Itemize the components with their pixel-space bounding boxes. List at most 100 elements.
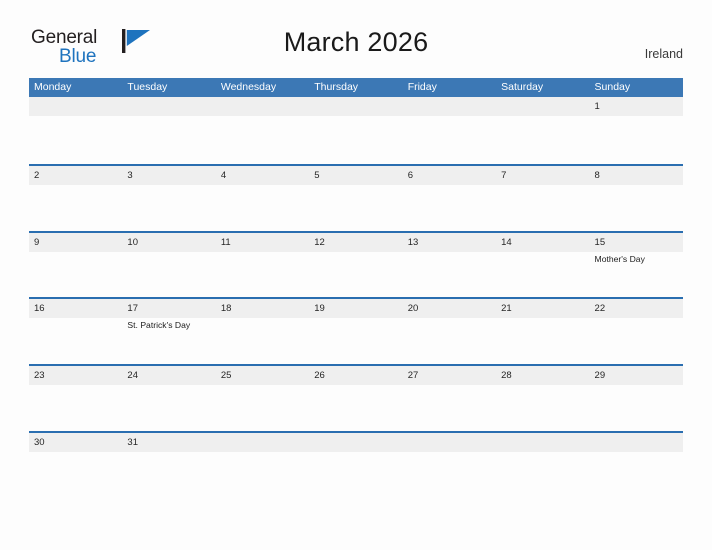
day-event: [590, 318, 683, 320]
day-cell[interactable]: 28: [496, 366, 590, 431]
day-cell[interactable]: [309, 97, 403, 164]
day-number: [496, 433, 589, 452]
calendar-week-row: 30 31: [29, 430, 683, 498]
calendar-week-row: 1: [29, 97, 683, 164]
calendar-grid: Monday Tuesday Wednesday Thursday Friday…: [29, 78, 683, 498]
day-cell[interactable]: 24: [122, 366, 216, 431]
day-number: 14: [501, 236, 512, 248]
day-event: [29, 252, 122, 254]
day-cell[interactable]: 17 St. Patrick's Day: [122, 299, 216, 364]
day-event: [403, 185, 496, 187]
day-event: [403, 252, 496, 254]
day-cell[interactable]: 1: [589, 97, 683, 164]
weekday-header-friday: Friday: [407, 81, 437, 93]
calendar-week-row: 16 17 St. Patrick's Day 18 19 20 21 22: [29, 297, 683, 364]
day-cell[interactable]: 25: [215, 366, 310, 431]
day-event: [309, 452, 402, 454]
day-number: 27: [407, 370, 419, 382]
day-event: [590, 185, 683, 187]
day-number: 28: [501, 370, 512, 382]
day-event: [496, 185, 589, 187]
day-number: 17: [127, 303, 138, 315]
weekday-header-monday: Monday: [34, 81, 72, 93]
day-cell[interactable]: 16: [29, 299, 123, 364]
day-cell[interactable]: 31: [122, 432, 216, 498]
day-number: 29: [594, 370, 606, 382]
day-cell[interactable]: 30: [29, 432, 123, 498]
day-number: 4: [220, 169, 227, 181]
day-number: 21: [501, 303, 512, 315]
day-cell[interactable]: 9: [29, 232, 123, 298]
day-number: 20: [407, 303, 419, 315]
day-event: [122, 385, 215, 387]
day-event: Mother's Day: [594, 253, 645, 264]
day-number: 13: [407, 236, 419, 248]
day-cell[interactable]: [29, 97, 123, 164]
day-cell[interactable]: [496, 97, 590, 164]
day-cell[interactable]: [496, 432, 590, 498]
calendar-week-row: 2 3 4 5 6 7 8: [29, 163, 683, 231]
day-cell[interactable]: [215, 432, 310, 498]
day-number: 19: [314, 303, 325, 315]
day-number: [122, 97, 215, 116]
day-cell[interactable]: 29: [589, 366, 683, 431]
day-cell[interactable]: 4: [215, 165, 310, 231]
day-event: [216, 318, 309, 320]
day-event: [122, 452, 215, 454]
day-cell[interactable]: 23: [29, 366, 123, 431]
day-event: [403, 385, 496, 387]
day-cell[interactable]: 19: [309, 299, 403, 364]
day-cell[interactable]: [122, 97, 216, 164]
day-number: 22: [594, 303, 606, 315]
day-cell[interactable]: 18: [215, 299, 310, 364]
day-cell[interactable]: 14: [496, 232, 590, 298]
weekday-header-thursday: Thursday: [314, 81, 359, 93]
day-number: 6: [407, 169, 413, 181]
day-event: [403, 116, 496, 118]
day-cell[interactable]: [589, 432, 683, 498]
day-cell[interactable]: [309, 432, 403, 498]
day-cell[interactable]: 26: [309, 366, 403, 431]
page-title: March 2026: [283, 27, 429, 57]
day-number: [216, 433, 309, 452]
day-event: [309, 185, 402, 187]
calendar-page: General Blue March 2026 Ireland Monday T…: [0, 0, 712, 550]
day-event: [496, 385, 589, 387]
day-cell[interactable]: [402, 432, 497, 498]
day-cell[interactable]: 5: [309, 165, 403, 231]
day-cell[interactable]: 8: [589, 165, 683, 231]
day-cell[interactable]: [402, 97, 497, 164]
day-event: [216, 116, 309, 118]
day-cell[interactable]: 15 Mother's Day: [589, 232, 683, 298]
day-event: [496, 252, 589, 254]
day-cell[interactable]: 10: [122, 232, 216, 298]
day-number: 10: [127, 236, 138, 248]
day-cell[interactable]: [215, 97, 310, 164]
day-cell[interactable]: 2: [29, 165, 123, 231]
day-cell[interactable]: 22: [589, 299, 683, 364]
calendar-week-row: 9 10 11 12 13 14 15 Mother's Day: [29, 230, 683, 298]
day-cell[interactable]: 27: [402, 366, 497, 431]
day-number: 7: [501, 169, 507, 181]
day-event: [29, 385, 122, 387]
day-cell[interactable]: 3: [122, 165, 216, 231]
day-number: [309, 97, 402, 116]
day-event: [216, 252, 309, 254]
day-event: [122, 116, 215, 118]
day-event: [29, 185, 122, 187]
day-number: 31: [127, 436, 138, 448]
day-event: [29, 452, 122, 454]
day-number: 24: [127, 370, 138, 382]
day-cell[interactable]: 6: [402, 165, 497, 231]
weekday-header-saturday: Saturday: [501, 81, 544, 93]
day-cell[interactable]: 20: [402, 299, 497, 364]
day-cell[interactable]: 11: [215, 232, 310, 298]
day-cell[interactable]: 7: [496, 165, 590, 231]
day-cell[interactable]: 13: [402, 232, 497, 298]
weekday-header-wednesday: Wednesday: [220, 81, 277, 93]
day-number: 12: [314, 236, 325, 248]
day-cell[interactable]: 12: [309, 232, 403, 298]
weekday-header-tuesday: Tuesday: [127, 81, 168, 93]
day-number: 26: [314, 370, 325, 382]
day-cell[interactable]: 21: [496, 299, 590, 364]
